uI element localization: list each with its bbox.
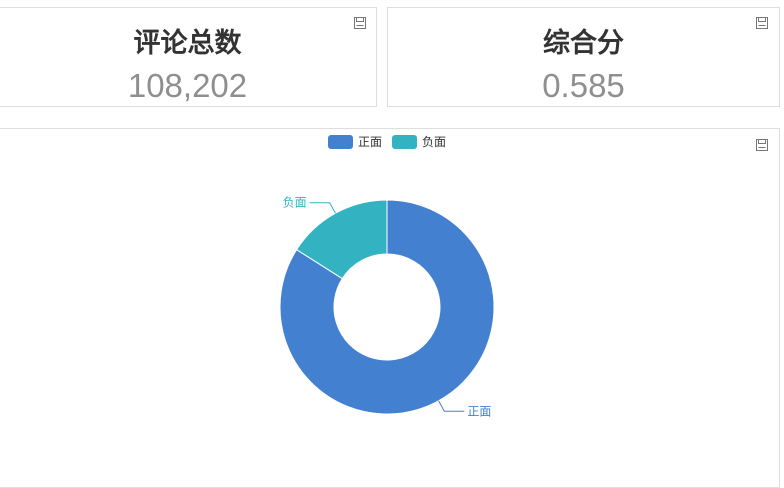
legend-label-1[interactable]: 负面 (422, 135, 446, 149)
slice-label-line-1 (309, 202, 336, 214)
legend-label-0[interactable]: 正面 (358, 135, 382, 149)
legend-swatch-0[interactable] (328, 135, 353, 149)
slice-label-1: 负面 (283, 196, 307, 210)
donut-chart: 正面 负面正面负面 (279, 135, 495, 418)
slice-label-0: 正面 (467, 404, 491, 418)
slice-label-line-0 (438, 400, 465, 412)
legend-swatch-1[interactable] (392, 135, 417, 149)
